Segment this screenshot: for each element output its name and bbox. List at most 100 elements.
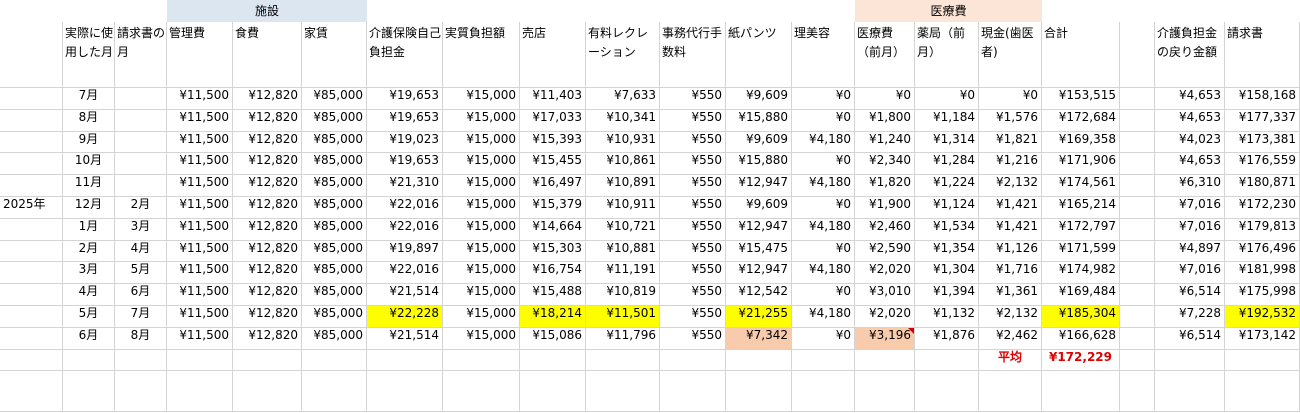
invoice-cell[interactable]: ¥158,168 [1225, 88, 1300, 110]
invoice-cell[interactable]: ¥175,998 [1225, 284, 1300, 306]
value-cell[interactable]: ¥1,900 [855, 197, 915, 219]
value-cell[interactable]: ¥0 [792, 284, 855, 306]
value-cell[interactable]: ¥9,609 [726, 197, 792, 219]
value-cell[interactable]: ¥185,304 [1042, 306, 1120, 328]
year-cell[interactable]: 2025年 [0, 197, 63, 219]
column-header[interactable]: 請求書の月 [115, 22, 167, 88]
column-header[interactable] [0, 22, 63, 88]
value-cell[interactable]: ¥15,488 [520, 284, 586, 306]
value-cell[interactable]: ¥1,361 [979, 284, 1042, 306]
value-cell[interactable]: ¥7,633 [586, 88, 660, 110]
value-cell[interactable]: ¥1,534 [915, 218, 979, 241]
value-cell[interactable]: ¥18,214 [520, 306, 586, 328]
value-cell[interactable]: ¥550 [660, 240, 726, 263]
value-cell[interactable]: ¥11,500 [167, 153, 233, 176]
value-cell[interactable]: ¥0 [792, 197, 855, 219]
invoice-cell[interactable]: ¥173,381 [1225, 131, 1300, 154]
value-cell[interactable]: ¥0 [792, 109, 855, 132]
column-header[interactable]: 有料レクレーション [586, 22, 660, 88]
used-month-cell[interactable]: 4月 [63, 284, 115, 306]
value-cell[interactable]: ¥15,455 [520, 153, 586, 176]
year-cell[interactable] [0, 109, 63, 132]
value-cell[interactable]: ¥4,180 [792, 218, 855, 241]
empty-cell[interactable] [1120, 327, 1155, 350]
empty-cell[interactable] [792, 371, 855, 412]
value-cell[interactable]: ¥12,820 [233, 109, 302, 132]
bill-month-cell[interactable] [115, 131, 167, 154]
column-header[interactable]: 売店 [520, 22, 586, 88]
value-cell[interactable]: ¥10,911 [586, 197, 660, 219]
value-cell[interactable]: ¥169,358 [1042, 131, 1120, 154]
used-month-cell[interactable]: 12月 [63, 197, 115, 219]
value-cell[interactable]: ¥15,000 [443, 109, 520, 132]
empty-cell[interactable] [367, 371, 443, 412]
value-cell[interactable]: ¥172,684 [1042, 109, 1120, 132]
column-header[interactable]: 現金(歯医者) [979, 22, 1042, 88]
value-cell[interactable]: ¥11,500 [167, 306, 233, 328]
value-cell[interactable]: ¥11,191 [586, 262, 660, 285]
comment-indicator-icon[interactable] [908, 327, 914, 334]
value-cell[interactable]: ¥1,124 [915, 197, 979, 219]
bill-month-cell[interactable]: 5月 [115, 262, 167, 285]
used-month-cell[interactable]: 1月 [63, 218, 115, 241]
average-value[interactable]: ¥172,229 [1042, 349, 1120, 372]
value-cell[interactable]: ¥12,820 [233, 88, 302, 110]
column-header[interactable]: 紙パンツ [726, 22, 792, 88]
value-cell[interactable]: ¥85,000 [302, 88, 367, 110]
value-cell[interactable]: ¥14,664 [520, 218, 586, 241]
empty-cell[interactable] [1120, 240, 1155, 263]
value-cell[interactable]: ¥2,590 [855, 240, 915, 263]
empty-cell[interactable] [0, 349, 63, 372]
value-cell[interactable]: ¥550 [660, 131, 726, 154]
empty-cell[interactable] [1120, 218, 1155, 241]
year-cell[interactable] [0, 175, 63, 197]
used-month-cell[interactable]: 11月 [63, 175, 115, 197]
value-cell[interactable]: ¥12,820 [233, 306, 302, 328]
value-cell[interactable]: ¥17,033 [520, 109, 586, 132]
refund-cell[interactable]: ¥4,653 [1155, 109, 1225, 132]
value-cell[interactable]: ¥10,341 [586, 109, 660, 132]
empty-cell[interactable] [115, 371, 167, 412]
value-cell[interactable]: ¥85,000 [302, 218, 367, 241]
value-cell[interactable]: ¥1,716 [979, 262, 1042, 285]
value-cell[interactable]: ¥11,500 [167, 284, 233, 306]
empty-cell[interactable] [1155, 371, 1225, 412]
value-cell[interactable]: ¥1,284 [915, 153, 979, 176]
value-cell[interactable]: ¥15,880 [726, 153, 792, 176]
used-month-cell[interactable]: 5月 [63, 306, 115, 328]
empty-cell[interactable] [115, 349, 167, 372]
value-cell[interactable]: ¥12,820 [233, 262, 302, 285]
empty-cell[interactable] [1120, 109, 1155, 132]
empty-cell[interactable] [855, 349, 915, 372]
value-cell[interactable]: ¥85,000 [302, 327, 367, 350]
year-cell[interactable] [0, 262, 63, 285]
value-cell[interactable]: ¥19,023 [367, 131, 443, 154]
value-cell[interactable]: ¥1,132 [915, 306, 979, 328]
value-cell[interactable]: ¥22,016 [367, 218, 443, 241]
value-cell[interactable]: ¥12,820 [233, 175, 302, 197]
value-cell[interactable]: ¥0 [979, 88, 1042, 110]
value-cell[interactable]: ¥21,255 [726, 306, 792, 328]
column-header[interactable]: 管理費 [167, 22, 233, 88]
value-cell[interactable]: ¥11,500 [167, 262, 233, 285]
value-cell[interactable]: ¥2,340 [855, 153, 915, 176]
empty-cell[interactable] [233, 349, 302, 372]
used-month-cell[interactable]: 2月 [63, 240, 115, 263]
value-cell[interactable]: ¥15,000 [443, 240, 520, 263]
invoice-cell[interactable]: ¥176,496 [1225, 240, 1300, 263]
year-cell[interactable] [0, 218, 63, 241]
value-cell[interactable]: ¥11,501 [586, 306, 660, 328]
value-cell[interactable]: ¥12,820 [233, 153, 302, 176]
value-cell[interactable]: ¥4,180 [792, 175, 855, 197]
value-cell[interactable]: ¥22,016 [367, 262, 443, 285]
average-label[interactable]: 平均 [979, 349, 1042, 372]
value-cell[interactable]: ¥1,821 [979, 131, 1042, 154]
value-cell[interactable]: ¥85,000 [302, 109, 367, 132]
value-cell[interactable]: ¥174,982 [1042, 262, 1120, 285]
value-cell[interactable]: ¥15,000 [443, 218, 520, 241]
value-cell[interactable]: ¥4,180 [792, 262, 855, 285]
refund-cell[interactable]: ¥4,023 [1155, 131, 1225, 154]
value-cell[interactable]: ¥15,000 [443, 153, 520, 176]
column-header[interactable]: 合計 [1042, 22, 1120, 88]
value-cell[interactable]: ¥11,500 [167, 218, 233, 241]
